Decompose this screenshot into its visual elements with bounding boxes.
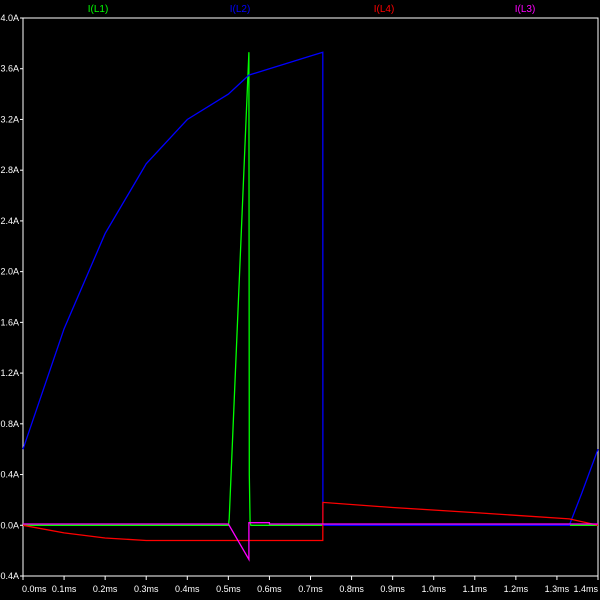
x-tick-label: 0.5ms [216, 584, 241, 594]
x-tick-label: 0.8ms [339, 584, 364, 594]
y-tick-label: 0.4A [0, 470, 19, 480]
y-tick-label: 2.0A [0, 267, 19, 277]
x-tick-label: 0.3ms [134, 584, 159, 594]
x-tick-label: 0.1ms [52, 584, 77, 594]
y-tick-label: 1.2A [0, 368, 19, 378]
y-tick-label: 0.8A [0, 419, 19, 429]
x-tick-label: 0.7ms [298, 584, 323, 594]
legend: I(L1) I(L2) I(L4) I(L3) [88, 4, 536, 15]
y-tick-label: 2.4A [0, 216, 19, 226]
y-tick-label: 0.0A [0, 520, 19, 530]
x-tick-label: 0.9ms [380, 584, 405, 594]
y-tick-label: 2.8A [0, 165, 19, 175]
legend-item[interactable]: I(L4) [374, 4, 395, 15]
trace-il4 [22, 501, 599, 542]
trace-il2 [22, 51, 599, 526]
y-tick-label: 4.0A [0, 13, 19, 23]
legend-item[interactable]: I(L3) [515, 4, 536, 15]
legend-item[interactable]: I(L2) [230, 4, 251, 15]
y-tick-label: -0.4A [0, 571, 19, 581]
x-axis: 0.0ms 0.1ms 0.2ms 0.3ms 0.4ms 0.5ms 0.6ms 0.7ms… [22, 576, 599, 594]
x-tick-label: 0.6ms [257, 584, 282, 594]
x-tick-label: 1.2ms [504, 584, 529, 594]
x-tick-label: 1.0ms [421, 584, 446, 594]
waveform-chart: I(L1) I(L2) I(L4) I(L3) 4.0A 3.6A 3.2A 2.8A 2.4… [0, 4, 599, 594]
y-tick-label: 3.6A [0, 64, 19, 74]
plot-frame [22, 17, 599, 577]
x-tick-label: 1.4ms [573, 584, 598, 594]
x-tick-label: 0.2ms [93, 584, 118, 594]
y-tick-label: 3.2A [0, 114, 19, 124]
legend-item[interactable]: I(L1) [88, 4, 109, 15]
x-tick-label: 1.3ms [545, 584, 570, 594]
trace-il1 [23, 52, 598, 526]
x-tick-label: 0.4ms [175, 584, 200, 594]
x-tick-label: 1.1ms [463, 584, 488, 594]
y-tick-label: 1.6A [0, 317, 19, 327]
traces [22, 51, 599, 562]
y-axis: 4.0A 3.6A 3.2A 2.8A 2.4A 2.0A 1.6A 1.2A 0.8A 0.4A… [0, 13, 23, 581]
x-tick-label: 0.0ms [22, 584, 47, 594]
